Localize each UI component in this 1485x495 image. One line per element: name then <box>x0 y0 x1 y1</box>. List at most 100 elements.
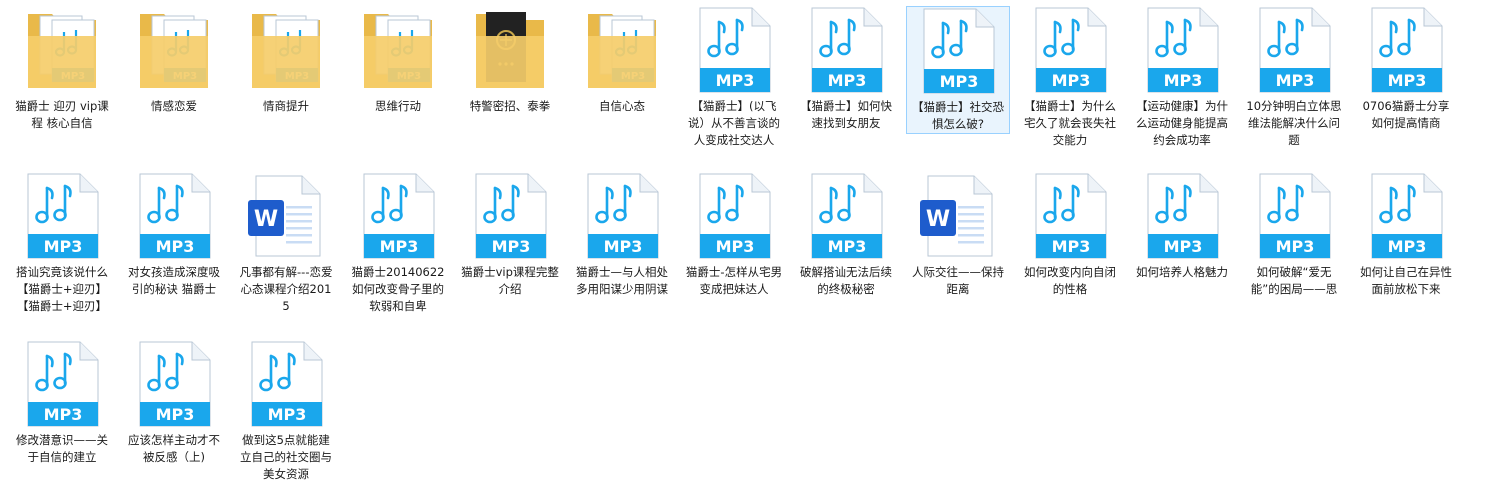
file-name-label: 猫爵士 迎刃 vip课程 核心自信 <box>15 99 109 130</box>
word-file-item[interactable]: W 人际交往——保持距离 <box>906 172 1010 298</box>
file-name-label: 修改潜意识——关于自信的建立 <box>16 433 108 464</box>
mp3-file-item[interactable]: MP3 如何培养人格魅力 <box>1130 172 1234 281</box>
mp3-file-item[interactable]: MP3 对女孩造成深度吸引的秘诀 猫爵士 <box>122 172 226 298</box>
file-name-label: 情商提升 <box>263 99 309 113</box>
file-name-label: 情感恋爱 <box>151 99 197 113</box>
mp3-icon-text: MP3 <box>828 71 867 90</box>
mp3-file-item[interactable]: MP3 【猫爵士】社交恐惧怎么破? <box>906 6 1010 134</box>
file-name-label: 如何培养人格魅力 <box>1136 265 1228 279</box>
word-document-icon: W <box>920 175 993 257</box>
file-name-label: 如何让自己在异性面前放松下来 <box>1360 265 1452 296</box>
file-name-label: 特警密招、泰拳 <box>469 99 551 113</box>
mp3-icon-text: MP3 <box>1388 71 1427 90</box>
folder-item[interactable]: MP3 情商提升 <box>234 6 338 115</box>
mp3-icon-text: MP3 <box>380 237 419 256</box>
mp3-file-item[interactable]: MP3 【猫爵士】如何快速找到女朋友 <box>794 6 898 132</box>
folder-icon: MP3 <box>252 14 320 88</box>
mp3-file-item[interactable]: MP3 破解搭讪无法后续的终极秘密 <box>794 172 898 298</box>
word-icon-letter: W <box>926 207 950 232</box>
mp3-file-icon: MP3 <box>811 173 883 259</box>
folder-icon: MP3 <box>28 14 96 88</box>
mp3-icon-text: MP3 <box>268 405 307 424</box>
mp3-icon-text: MP3 <box>1276 237 1315 256</box>
file-name-label: 【猫爵士】如何快速找到女朋友 <box>800 99 892 130</box>
file-name-label: 【猫爵士】(以飞说）从不善言谈的人变成社交达人 <box>688 99 780 147</box>
file-name-label: 如何改变内向自闭的性格 <box>1024 265 1116 296</box>
folder-item[interactable]: MP3 思维行动 <box>346 6 450 115</box>
folder-item[interactable]: MP3 自信心态 <box>570 6 674 115</box>
mp3-file-item[interactable]: MP3 如何改变内向自闭的性格 <box>1018 172 1122 298</box>
word-file-item[interactable]: W 凡事都有解---恋爱心态课程介绍2015 <box>234 172 338 315</box>
file-name-label: 思维行动 <box>375 99 421 113</box>
mp3-icon-text: MP3 <box>1052 237 1091 256</box>
mp3-file-item[interactable]: MP3 修改潜意识——关于自信的建立 <box>10 340 114 466</box>
folder-icon <box>476 12 544 88</box>
file-name-label: 对女孩造成深度吸引的秘诀 猫爵士 <box>128 265 220 296</box>
mp3-file-item[interactable]: MP3 10分钟明白立体思维法能解决什么问题 <box>1242 6 1346 149</box>
folder-item[interactable]: MP3 情感恋爱 <box>122 6 226 115</box>
mp3-file-icon: MP3 <box>699 7 771 93</box>
mp3-icon-text: MP3 <box>156 405 195 424</box>
mp3-file-icon: MP3 <box>1371 7 1443 93</box>
mp3-icon-text: MP3 <box>604 237 643 256</box>
file-grid: MP3 猫爵士 迎刃 vip课程 核心自信 MP3 情感恋爱 MP3 情商提升 MP3 思维行… <box>0 0 1485 495</box>
mp3-file-item[interactable]: MP3 应该怎样主动才不被反感（上) <box>122 340 226 466</box>
mp3-icon-text: MP3 <box>716 71 755 90</box>
mp3-file-item[interactable]: MP3 做到这5点就能建立自己的社交圈与美女资源 <box>234 340 338 483</box>
mp3-file-item[interactable]: MP3 【猫爵士】为什么宅久了就会丧失社交能力 <box>1018 6 1122 149</box>
mp3-file-item[interactable]: MP3 猫爵士20140622如何改变骨子里的软弱和自卑 <box>346 172 450 315</box>
mp3-file-icon: MP3 <box>1035 173 1107 259</box>
file-name-label: 10分钟明白立体思维法能解决什么问题 <box>1246 99 1342 147</box>
mp3-icon-text: MP3 <box>156 237 195 256</box>
mp3-file-item[interactable]: MP3 如何让自己在异性面前放松下来 <box>1354 172 1458 298</box>
mp3-icon-text: MP3 <box>1164 71 1203 90</box>
mp3-file-icon: MP3 <box>363 173 435 259</box>
mp3-file-item[interactable]: MP3 【猫爵士】(以飞说）从不善言谈的人变成社交达人 <box>682 6 786 149</box>
file-name-label: 破解搭讪无法后续的终极秘密 <box>800 265 892 296</box>
mp3-file-icon: MP3 <box>27 173 99 259</box>
file-name-label: 如何破解“爱无能”的困局——思 <box>1250 265 1338 296</box>
file-name-label: 猫爵士-怎样从宅男变成把妹达人 <box>685 265 783 296</box>
mp3-icon-text: MP3 <box>1052 71 1091 90</box>
mp3-file-icon: MP3 <box>923 8 995 94</box>
mp3-file-item[interactable]: MP3 猫爵士vip课程完整介绍 <box>458 172 562 298</box>
mp3-file-icon: MP3 <box>1259 173 1331 259</box>
mp3-icon-text: MP3 <box>716 237 755 256</box>
mp3-file-item[interactable]: MP3 【运动健康】为什么运动健身能提高约会成功率 <box>1130 6 1234 149</box>
word-document-icon: W <box>248 175 321 257</box>
mp3-file-icon: MP3 <box>139 341 211 427</box>
folder-item[interactable]: 特警密招、泰拳 <box>458 6 562 115</box>
file-name-label: 0706猫爵士分享如何提高情商 <box>1362 99 1450 130</box>
word-icon-letter: W <box>254 207 278 232</box>
mp3-file-item[interactable]: MP3 猫爵士-怎样从宅男变成把妹达人 <box>682 172 786 298</box>
mp3-icon-text: MP3 <box>1388 237 1427 256</box>
mp3-icon-text: MP3 <box>1276 71 1315 90</box>
mp3-file-icon: MP3 <box>1035 7 1107 93</box>
mp3-file-icon: MP3 <box>1147 173 1219 259</box>
file-name-label: 猫爵士vip课程完整介绍 <box>461 265 559 296</box>
folder-icon: MP3 <box>588 14 656 88</box>
folder-item[interactable]: MP3 猫爵士 迎刃 vip课程 核心自信 <box>10 6 114 132</box>
file-name-label: 【运动健康】为什么运动健身能提高约会成功率 <box>1136 99 1228 147</box>
file-name-label: 应该怎样主动才不被反感（上) <box>128 433 220 464</box>
mp3-file-item[interactable]: MP3 如何破解“爱无能”的困局——思 <box>1242 172 1346 298</box>
mp3-file-icon: MP3 <box>587 173 659 259</box>
mp3-file-icon: MP3 <box>139 173 211 259</box>
mp3-icon-text: MP3 <box>940 72 979 91</box>
mp3-icon-text: MP3 <box>828 237 867 256</box>
file-name-label: 搭讪究竟该说什么【猫爵士+迎刃】【猫爵士+迎刃】 <box>16 265 108 313</box>
file-name-label: 凡事都有解---恋爱心态课程介绍2015 <box>239 265 333 313</box>
mp3-file-item[interactable]: MP3 猫爵士—与人相处多用阳谋少用阴谋 <box>570 172 674 298</box>
mp3-file-item[interactable]: MP3 0706猫爵士分享如何提高情商 <box>1354 6 1458 132</box>
mp3-icon-text: MP3 <box>44 237 83 256</box>
folder-icon: MP3 <box>140 14 208 88</box>
mp3-icon-text: MP3 <box>492 237 531 256</box>
mp3-file-icon: MP3 <box>27 341 99 427</box>
mp3-file-icon: MP3 <box>699 173 771 259</box>
mp3-file-icon: MP3 <box>1259 7 1331 93</box>
mp3-file-icon: MP3 <box>1147 7 1219 93</box>
file-name-label: 猫爵士—与人相处多用阳谋少用阴谋 <box>576 265 668 296</box>
file-name-label: 人际交往——保持距离 <box>912 265 1004 296</box>
folder-icon: MP3 <box>364 14 432 88</box>
mp3-file-item[interactable]: MP3 搭讪究竟该说什么【猫爵士+迎刃】【猫爵士+迎刃】 <box>10 172 114 315</box>
